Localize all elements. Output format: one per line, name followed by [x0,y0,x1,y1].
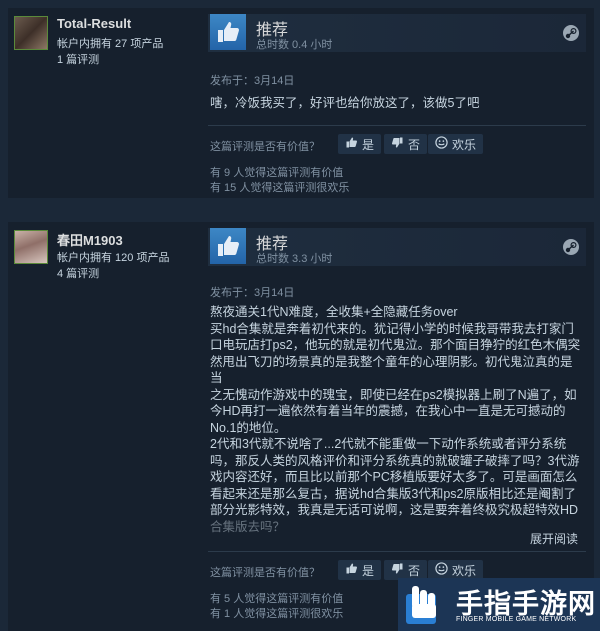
vote-yes-label: 是 [362,563,375,578]
thumbs-up-icon [345,562,358,578]
review-card-2: 春田M1903 帐户内拥有 120 项产品 4 篇评测 推荐 总时数 3.3 小… [8,222,594,631]
review-card-1: Total-Result 帐户内拥有 27 项产品 1 篇评测 推荐 总时数 0… [8,8,594,198]
review-text-line: 熬夜通关1代N难度，全收集+全隐藏任务over [210,305,458,319]
review-text-line: 2代和3代就不说啥了...2代就不能重做一下动作系统或者评分系统 [210,437,567,451]
funny-count: 有 15 人觉得这篇评测很欢乐 [210,182,350,194]
vote-no-button[interactable]: 否 [384,560,428,580]
vote-no-label: 否 [408,137,421,152]
steam-icon [562,238,580,261]
vote-header[interactable]: 推荐 总时数 3.3 小时 [208,228,586,266]
review-text-line: 买hd合集就是奔着初代来的。犹记得小学的时候我哥带我去打家门 [210,321,574,336]
funny-count: 有 1 人觉得这篇评测很欢乐 [210,608,344,620]
vote-funny-label: 欢乐 [452,137,477,152]
avatar[interactable] [14,230,48,264]
helpful-count: 有 5 人觉得这篇评测有价值 [210,593,344,605]
watermark-subtitle: FINGER MOBILE GAME NETWORK [456,616,577,623]
hand-logo-icon [404,584,440,624]
vote-yes-button[interactable]: 是 [338,134,382,154]
vote-no-label: 否 [408,563,421,578]
author-products[interactable]: 帐户内拥有 27 项产品 [57,35,163,51]
author-review-count[interactable]: 4 篇评测 [57,265,99,281]
smiley-icon [435,562,448,578]
review-text-line: 吗，那反人类的风格评价和评分系统真的就破罐子破摔了吗？3代游 [210,453,580,468]
steam-icon [562,24,580,47]
review-text-line: 合集版去吗？ [210,519,286,534]
thumbs-up-icon [210,228,246,264]
author-name[interactable]: Total-Result [57,16,131,31]
divider [208,551,586,552]
author-name[interactable]: 春田M1903 [57,230,123,249]
review-text: 嗐，冷饭我买了，好评也给你放这了，该做5了吧 [210,95,582,112]
vote-yes-label: 是 [362,137,375,152]
divider [208,125,586,126]
vote-header[interactable]: 推荐 总时数 0.4 小时 [208,14,586,52]
helpful-count: 有 9 人觉得这篇评测有价值 [210,167,344,179]
hours-played: 总时数 0.4 小时 [256,39,333,51]
expand-review-link[interactable]: 展开阅读 [530,530,578,547]
helpful-question: 这篇评测是否有价值？ [210,141,320,153]
smiley-icon [435,136,448,152]
thumbs-up-icon [210,14,246,50]
thumbs-up-icon [345,136,358,152]
vote-yes-button[interactable]: 是 [338,560,382,580]
avatar[interactable] [14,16,48,50]
author-products[interactable]: 帐户内拥有 120 项产品 [57,249,169,265]
review-text-line: 嗐，冷饭我买了，好评也给你放这了，该做5了吧 [210,96,480,110]
vote-funny-label: 欢乐 [452,563,477,578]
hours-played: 总时数 3.3 小时 [256,253,333,265]
review-content: 推荐 总时数 0.4 小时 发布于：3月14日 嗐，冷饭我买了，好评也给你放这了… [208,8,586,198]
author-review-count[interactable]: 1 篇评测 [57,51,99,67]
watermark-logo: 手指手游网 FINGER MOBILE GAME NETWORK [398,578,600,631]
review-text-line: 部分光影特效，我真是无话可说啊，这是要奔着终极究极超特效HD [210,503,579,517]
posted-date: 发布于：3月14日 [210,287,295,299]
vote-funny-button[interactable]: 欢乐 [428,560,484,580]
thumbs-down-icon [391,136,404,152]
review-text-line: 今HD再打一遍依然有着当年的震撼，在我心中一直是无可撼动的 [210,404,566,418]
vote-no-button[interactable]: 否 [384,134,428,154]
thumbs-down-icon [391,562,404,578]
helpful-question: 这篇评测是否有价值？ [210,567,320,579]
review-content: 推荐 总时数 3.3 小时 发布于：3月14日 熬夜通关1代N难度，全收集+全隐… [208,222,586,631]
posted-date: 发布于：3月14日 [210,75,295,87]
review-text: 熬夜通关1代N难度，全收集+全隐藏任务over 买hd合集就是奔着初代来的。犹记… [210,304,582,535]
review-text-line: 口电玩店打ps2，他玩的就是初代鬼泣。那个面目狰狞的红色木偶突 [210,338,581,352]
review-text-line: 之无愧动作游戏中的瑰宝，即使已经在ps2模拟器上刷了N遍了，如 [210,387,577,402]
review-text-line: 然甩出飞刀的场景真的是我整个童年的心理阴影。初代鬼泣真的是当 [210,354,573,386]
vote-funny-button[interactable]: 欢乐 [428,134,484,154]
review-text-line: 戏内容还好，而且比以前那个PC移植版要好太多了。可是画面怎么 [210,470,578,484]
review-text-line: 看起来还是那么复古，据说hd合集版3代和ps2原版相比还是阉割了 [210,486,577,501]
review-text-line: No.1的地位。 [210,420,287,435]
